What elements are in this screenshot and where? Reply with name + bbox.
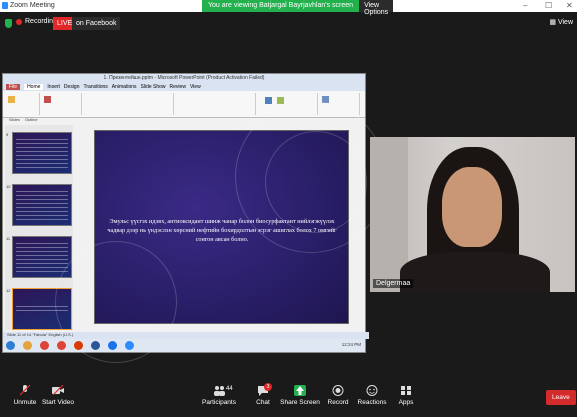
participant-name: Delgermaa bbox=[373, 279, 414, 288]
taskbar-clock: 12:24 PM bbox=[341, 342, 361, 347]
start-video-button[interactable]: Start Video bbox=[33, 385, 83, 406]
grid-icon: ▦ bbox=[549, 19, 558, 26]
share-banner: You are viewing Batjargal Bayrjavhlan's … bbox=[202, 0, 394, 16]
record-label: Record bbox=[327, 399, 349, 406]
ppt-tab-animations[interactable]: Animations bbox=[112, 84, 137, 90]
chat-label: Chat bbox=[256, 399, 270, 406]
participants-label: Participants bbox=[202, 399, 236, 406]
view-button[interactable]: ▦ View bbox=[549, 18, 573, 26]
video-off-icon bbox=[52, 385, 64, 396]
zoom-logo-icon bbox=[2, 2, 8, 9]
shared-screen[interactable]: 1. Презентейшн.pptm - Microsoft PowerPoi… bbox=[2, 73, 387, 363]
record-icon bbox=[332, 385, 344, 396]
paste-icon[interactable] bbox=[8, 96, 15, 103]
microphone-muted-icon bbox=[19, 385, 31, 396]
apps-icon bbox=[401, 386, 411, 395]
ribbon-group-paragraph bbox=[175, 93, 256, 115]
recording-indicator[interactable]: Recording bbox=[16, 18, 57, 25]
participants-icon bbox=[214, 386, 225, 396]
ppt-tab-file[interactable]: File bbox=[6, 84, 21, 90]
leave-button[interactable]: Leave bbox=[546, 390, 576, 405]
close-button[interactable]: ✕ bbox=[566, 1, 573, 10]
maximize-button[interactable]: ☐ bbox=[545, 1, 552, 10]
apps-label: Apps bbox=[398, 399, 414, 406]
thumb-number: 10 bbox=[6, 184, 11, 189]
windows-taskbar: 12:24 PM bbox=[3, 339, 365, 352]
ppt-tab-design[interactable]: Design bbox=[64, 84, 80, 90]
share-message: You are viewing Batjargal Bayrjavhlan's … bbox=[202, 0, 360, 12]
participant-video[interactable]: Delgermaa bbox=[370, 137, 575, 292]
edge-icon[interactable] bbox=[108, 341, 117, 350]
participant-shirt bbox=[400, 252, 550, 292]
meeting-top-row: Recording LIVE on Facebook ▦ View bbox=[0, 15, 577, 33]
word-icon[interactable] bbox=[91, 341, 100, 350]
chrome-icon[interactable] bbox=[40, 341, 49, 350]
ppt-ribbon-tabs: File Home Insert Design Transitions Anim… bbox=[3, 83, 365, 91]
arrange-icon[interactable] bbox=[277, 97, 284, 104]
apps-button[interactable]: Apps bbox=[381, 385, 431, 406]
security-shield-icon[interactable] bbox=[5, 19, 12, 28]
slide-thumbnail[interactable] bbox=[12, 132, 72, 174]
participants-button[interactable]: Participants bbox=[194, 385, 244, 406]
new-slide-icon[interactable] bbox=[44, 96, 51, 103]
participants-count: 44 bbox=[226, 386, 233, 392]
participant-face bbox=[442, 167, 502, 247]
ppt-tab-home[interactable]: Home bbox=[24, 84, 44, 90]
slide-thumbnail[interactable] bbox=[12, 184, 72, 226]
tab-slides[interactable]: Slides bbox=[9, 117, 20, 124]
tab-outline[interactable]: Outline bbox=[25, 117, 38, 124]
ppt-tab-insert[interactable]: Insert bbox=[47, 84, 60, 90]
current-slide[interactable]: Эмульс үүсгэх идэвх, антиоксидант шинж ч… bbox=[55, 101, 387, 363]
shapes-icon[interactable] bbox=[265, 97, 272, 104]
share-screen-icon bbox=[294, 385, 306, 396]
ppt-tab-transitions[interactable]: Transitions bbox=[84, 84, 108, 90]
explorer-icon[interactable] bbox=[23, 341, 32, 350]
window-titlebar: Zoom Meeting You are viewing Batjargal B… bbox=[0, 0, 577, 16]
ppt-tab-slideshow[interactable]: Slide Show bbox=[141, 84, 166, 90]
chat-badge: 3 bbox=[264, 383, 272, 391]
live-destination[interactable]: on Facebook bbox=[72, 17, 121, 30]
powerpoint-icon[interactable] bbox=[74, 341, 83, 350]
view-options-button[interactable]: View Options bbox=[359, 0, 394, 16]
record-dot-icon bbox=[16, 18, 22, 25]
ribbon-group-font bbox=[83, 93, 174, 115]
meeting-controls: Unmute Start Video Participants 44 Chat … bbox=[0, 382, 577, 417]
ribbon-group-slides bbox=[41, 93, 82, 115]
reactions-icon bbox=[366, 385, 378, 396]
ppt-tab-review[interactable]: Review bbox=[170, 84, 186, 90]
start-video-label: Start Video bbox=[41, 399, 75, 406]
thumb-number: 11 bbox=[6, 236, 11, 241]
start-icon[interactable] bbox=[6, 341, 15, 350]
ribbon-group-clipboard bbox=[5, 93, 40, 115]
zoom-taskbar-icon[interactable] bbox=[125, 341, 134, 350]
minimize-button[interactable]: – bbox=[523, 1, 527, 10]
window-title: Zoom Meeting bbox=[10, 2, 55, 9]
thumb-number: 12 bbox=[6, 288, 11, 293]
slides-panel-tabs: Slides Outline bbox=[5, 117, 77, 124]
slide-text: Эмульс үүсгэх идэвх, антиоксидант шинж ч… bbox=[107, 218, 337, 243]
ppt-tab-view[interactable]: View bbox=[190, 84, 201, 90]
ppt-status-bar: Slide 11 of 14 "Fabula" English (U.S.) bbox=[3, 332, 369, 339]
view-label: View bbox=[557, 19, 573, 26]
ppt-title: 1. Презентейшн.pptm - Microsoft PowerPoi… bbox=[3, 74, 365, 83]
chrome-icon[interactable] bbox=[57, 341, 66, 350]
thumb-number: 9 bbox=[6, 132, 9, 137]
